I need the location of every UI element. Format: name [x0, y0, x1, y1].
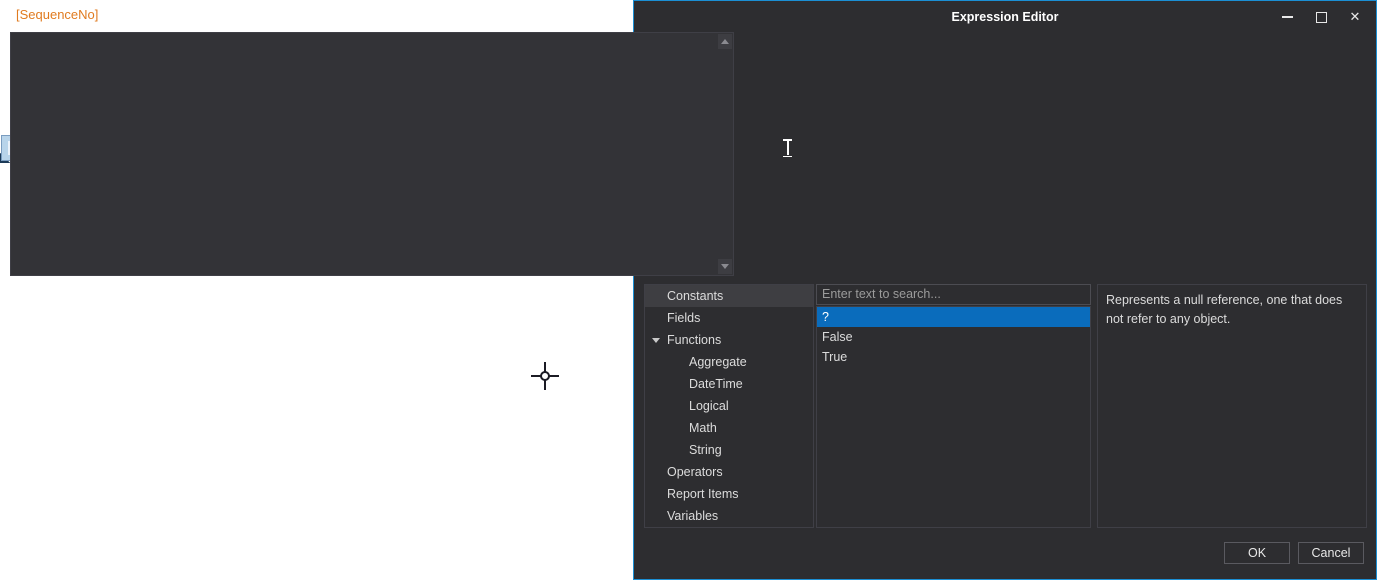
- expression-text[interactable]: [SequenceNo]: [16, 7, 98, 22]
- cancel-button[interactable]: Cancel: [1298, 542, 1364, 564]
- expression-editor-title-bar[interactable]: Expression Editor ✕: [634, 1, 1376, 33]
- tree-item-fields[interactable]: Fields: [645, 307, 813, 329]
- expression-vertical-scrollbar[interactable]: [718, 34, 732, 274]
- tree-item-label: Math: [689, 421, 717, 435]
- window-buttons[interactable]: ✕: [1270, 1, 1372, 33]
- scroll-up-arrow-icon[interactable]: [718, 34, 732, 49]
- tree-item-report-items[interactable]: Report Items: [645, 483, 813, 505]
- tree-item-aggregate[interactable]: Aggregate: [645, 351, 813, 373]
- expression-search-input[interactable]: Enter text to search...: [816, 284, 1091, 305]
- tree-item-label: Operators: [667, 465, 723, 479]
- expression-description-panel: Represents a null reference, one that do…: [1097, 284, 1367, 528]
- close-icon[interactable]: ✕: [1338, 2, 1372, 32]
- tree-item-label: Constants: [667, 289, 724, 303]
- tree-item-label: String: [689, 443, 722, 457]
- tree-item-label: Logical: [689, 399, 729, 413]
- maximize-icon[interactable]: [1304, 2, 1338, 32]
- tree-item-logical[interactable]: Logical: [645, 395, 813, 417]
- expression-editor-buttons[interactable]: OK Cancel: [1224, 542, 1374, 564]
- tree-item-label: Report Items: [667, 487, 739, 501]
- expression-item-list[interactable]: ? False True: [816, 306, 1091, 528]
- expander-collapse-icon[interactable]: [652, 338, 660, 343]
- ok-button[interactable]: OK: [1224, 542, 1290, 564]
- tree-item-label: Variables: [667, 509, 719, 523]
- tree-item-string[interactable]: String: [645, 439, 813, 461]
- crosshair-center: [540, 371, 550, 381]
- scroll-down-arrow-icon[interactable]: [718, 259, 732, 274]
- tree-item-datetime[interactable]: DateTime: [645, 373, 813, 395]
- tree-item-label: Fields: [667, 311, 701, 325]
- expression-category-tree[interactable]: Constants Fields Functions Aggregate Dat…: [644, 284, 814, 528]
- tree-item-math[interactable]: Math: [645, 417, 813, 439]
- tree-item-label: Functions: [667, 333, 722, 347]
- expression-text-area[interactable]: [10, 32, 734, 276]
- tree-item-label: Aggregate: [689, 355, 747, 369]
- list-item[interactable]: ?: [817, 307, 1090, 327]
- tree-item-label: DateTime: [689, 377, 743, 391]
- tree-item-operators[interactable]: Operators: [645, 461, 813, 483]
- crosshair-cursor: [531, 362, 559, 390]
- list-item[interactable]: False: [817, 327, 1090, 347]
- tree-item-functions[interactable]: Functions: [645, 329, 813, 351]
- tree-item-variables[interactable]: Variables: [645, 505, 813, 527]
- tree-item-constants[interactable]: Constants: [645, 285, 813, 307]
- minimize-icon[interactable]: [1270, 2, 1304, 32]
- list-item[interactable]: True: [817, 347, 1090, 367]
- expression-editor-title: Expression Editor: [951, 10, 1059, 24]
- text-cursor-icon: [783, 139, 792, 157]
